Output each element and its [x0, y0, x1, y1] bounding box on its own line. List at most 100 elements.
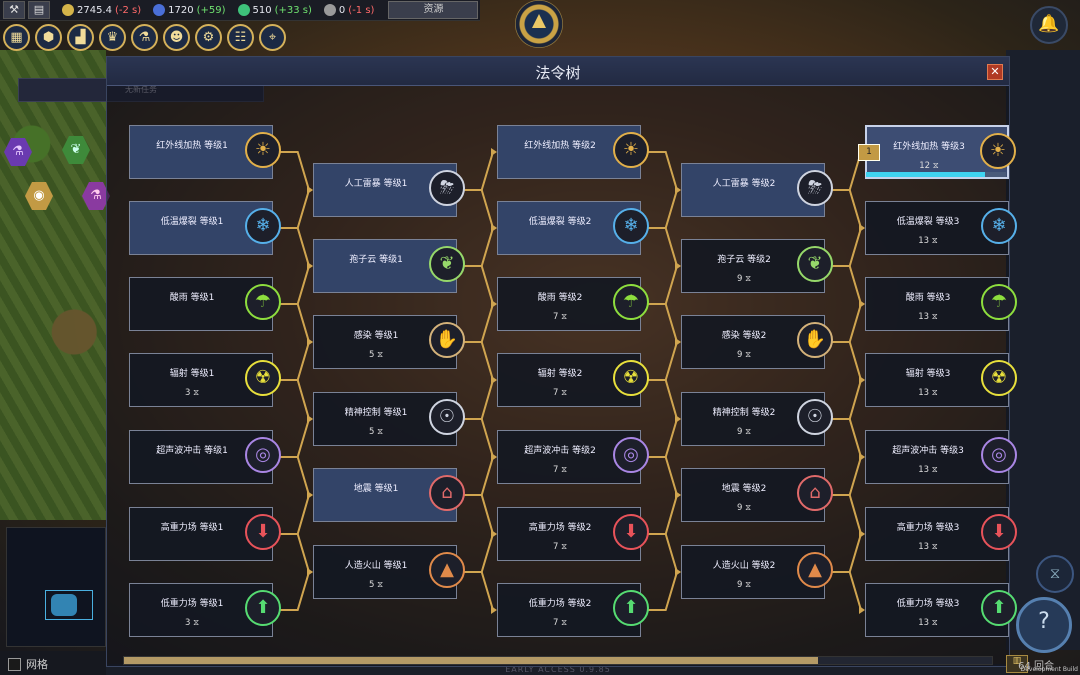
decree-cost: 5 ⧖: [368, 427, 384, 437]
decree-node[interactable]: 低温爆裂 等级3 13 ⧖ ❄: [865, 201, 1017, 255]
faction-emblem[interactable]: [515, 0, 563, 48]
resource-1: 1720 (+59): [153, 4, 226, 16]
grid-toggle[interactable]: 网格: [8, 656, 48, 672]
decree-node[interactable]: 人工雷暴 等级1 ⛈: [313, 163, 465, 217]
decree-node[interactable]: 感染 等级1 5 ⧖ ✋: [313, 315, 465, 369]
decree-node[interactable]: 低温爆裂 等级1 ❄: [129, 201, 281, 255]
top-resource-bar: ⚒ ▤ 2745.4 (-2 s) 1720 (+59) 510 (+33 s) 0 (-1 …: [0, 0, 480, 21]
grid-checkbox[interactable]: [8, 657, 21, 671]
decree-icon: ⛈: [429, 170, 465, 206]
decree-icon: ☂: [245, 284, 281, 320]
decree-icon: ☀: [613, 132, 649, 168]
research-progress-bar: [866, 172, 1006, 177]
decree-node[interactable]: 精神控制 等级1 5 ⧖ ☉: [313, 392, 465, 446]
person-icon[interactable]: ☻: [163, 24, 190, 51]
hourglass-icon[interactable]: ⧖: [1036, 555, 1074, 593]
bell-icon[interactable]: 🔔: [1030, 6, 1068, 44]
decree-label: 低重力场 等级1: [160, 599, 224, 609]
decree-node[interactable]: 低重力场 等级2 7 ⧖ ⬆: [497, 583, 649, 637]
decree-node[interactable]: 高重力场 等级2 7 ⧖ ⬇: [497, 507, 649, 561]
decree-cost: 13 ⧖: [918, 236, 938, 246]
resource-delta: (-1 s): [348, 4, 375, 16]
category-icon-row: ▦ ⬢ ▟ ♛ ⚗ ☻ ⚙ ☷ ⌖: [3, 24, 286, 51]
decree-node[interactable]: 红外线加热 等级1 ☀: [129, 125, 281, 179]
decree-node[interactable]: 人造火山 等级2 9 ⧖ ▲: [681, 545, 833, 599]
decree-icon: ❄: [245, 208, 281, 244]
decree-icon: ⬇: [981, 514, 1017, 550]
horizontal-scrollbar[interactable]: [123, 656, 993, 665]
decree-icon: ☉: [429, 399, 465, 435]
minimap[interactable]: [6, 527, 106, 647]
decree-label: 酸雨 等级1: [169, 293, 215, 303]
decree-label: 人工雷暴 等级2: [712, 179, 776, 189]
minimap-viewport[interactable]: [45, 590, 93, 620]
decree-node[interactable]: 地震 等级1 ⌂: [313, 468, 465, 522]
decree-icon: ▲: [797, 552, 833, 588]
resource-value: 510: [252, 4, 272, 16]
clipboard-icon[interactable]: ▦: [3, 24, 30, 51]
decree-node[interactable]: 辐射 等级1 3 ⧖ ☢: [129, 353, 281, 407]
decree-label: 高重力场 等级2: [528, 523, 592, 533]
decree-node[interactable]: 超声波冲击 等级2 7 ⧖ ◎: [497, 430, 649, 484]
decree-node[interactable]: 红外线加热 等级3 12 ⧖ ☀: [865, 125, 1016, 179]
decree-cost: 13 ⧖: [918, 465, 938, 475]
decree-node[interactable]: 超声波冲击 等级3 13 ⧖ ◎: [865, 430, 1017, 484]
cube-icon[interactable]: ⬢: [35, 24, 62, 51]
decree-cost: 5 ⧖: [368, 580, 384, 590]
decree-node[interactable]: 酸雨 等级2 7 ⧖ ☂: [497, 277, 649, 331]
decree-icon: ⛈: [797, 170, 833, 206]
decree-cost: 9 ⧖: [736, 427, 752, 437]
decree-node[interactable]: 红外线加热 等级2 ☀: [497, 125, 649, 179]
decree-cost: 9 ⧖: [736, 580, 752, 590]
decree-label: 感染 等级2: [721, 331, 767, 341]
decree-node[interactable]: 低重力场 等级3 13 ⧖ ⬆: [865, 583, 1017, 637]
decree-label: 低温爆裂 等级3: [896, 217, 960, 227]
decree-icon: ✋: [797, 322, 833, 358]
decree-node[interactable]: 辐射 等级2 7 ⧖ ☢: [497, 353, 649, 407]
world-map-left[interactable]: [0, 50, 106, 520]
decree-node[interactable]: 辐射 等级3 13 ⧖ ☢: [865, 353, 1017, 407]
book-icon[interactable]: ▤: [28, 1, 50, 19]
crown-icon[interactable]: ♛: [99, 24, 126, 51]
decree-icon: ▲: [429, 552, 465, 588]
flask-icon[interactable]: ⚗: [131, 24, 158, 51]
decree-label: 高重力场 等级3: [896, 523, 960, 533]
energy-icon: [153, 4, 166, 16]
decree-node[interactable]: 人造火山 等级1 5 ⧖ ▲: [313, 545, 465, 599]
decree-node[interactable]: 孢子云 等级2 9 ⧖ ❦: [681, 239, 833, 293]
decree-node[interactable]: 孢子云 等级1 ❦: [313, 239, 465, 293]
help-icon[interactable]: ?: [1016, 597, 1072, 653]
research-progress-fill: [866, 172, 985, 177]
decree-label: 低温爆裂 等级2: [528, 217, 592, 227]
scrollbar-thumb[interactable]: [124, 657, 819, 664]
decree-node[interactable]: 酸雨 等级3 13 ⧖ ☂: [865, 277, 1017, 331]
wrench-icon[interactable]: ⚒: [3, 1, 25, 19]
decree-icon: ❦: [429, 246, 465, 282]
close-button[interactable]: ✕: [987, 64, 1003, 80]
gears-icon[interactable]: ⚙: [195, 24, 222, 51]
decree-icon: ⬆: [981, 590, 1017, 626]
decree-label: 精神控制 等级1: [344, 408, 408, 418]
decree-node[interactable]: 高重力场 等级3 13 ⧖ ⬇: [865, 507, 1017, 561]
resources-button[interactable]: 资源: [388, 1, 479, 19]
decree-label: 低重力场 等级3: [896, 599, 960, 609]
resource-value: 0: [338, 4, 346, 16]
decree-label: 超声波冲击 等级2: [524, 446, 596, 456]
map-pin-icon[interactable]: ⌖: [259, 24, 286, 51]
decree-label: 辐射 等级1: [169, 369, 215, 379]
decree-node[interactable]: 精神控制 等级2 9 ⧖ ☉: [681, 392, 833, 446]
decree-node[interactable]: 酸雨 等级1 ☂: [129, 277, 281, 331]
decree-node[interactable]: 低重力场 等级1 3 ⧖ ⬆: [129, 583, 281, 637]
decree-node[interactable]: 超声波冲击 等级1 ◎: [129, 430, 281, 484]
decree-label: 超声波冲击 等级3: [892, 446, 964, 456]
decree-node[interactable]: 低温爆裂 等级2 ❄: [497, 201, 649, 255]
decree-node[interactable]: 地震 等级2 9 ⧖ ⌂: [681, 468, 833, 522]
decree-label: 红外线加热 等级2: [524, 141, 596, 151]
resource-value: 1720: [168, 4, 194, 16]
factory-icon[interactable]: ▟: [67, 24, 94, 51]
people-icon[interactable]: ☷: [227, 24, 254, 51]
decree-node[interactable]: 感染 等级2 9 ⧖ ✋: [681, 315, 833, 369]
decree-node[interactable]: 人工雷暴 等级2 ⛈: [681, 163, 833, 217]
decree-cost: 9 ⧖: [736, 503, 752, 513]
decree-node[interactable]: 高重力场 等级1 ⬇: [129, 507, 281, 561]
